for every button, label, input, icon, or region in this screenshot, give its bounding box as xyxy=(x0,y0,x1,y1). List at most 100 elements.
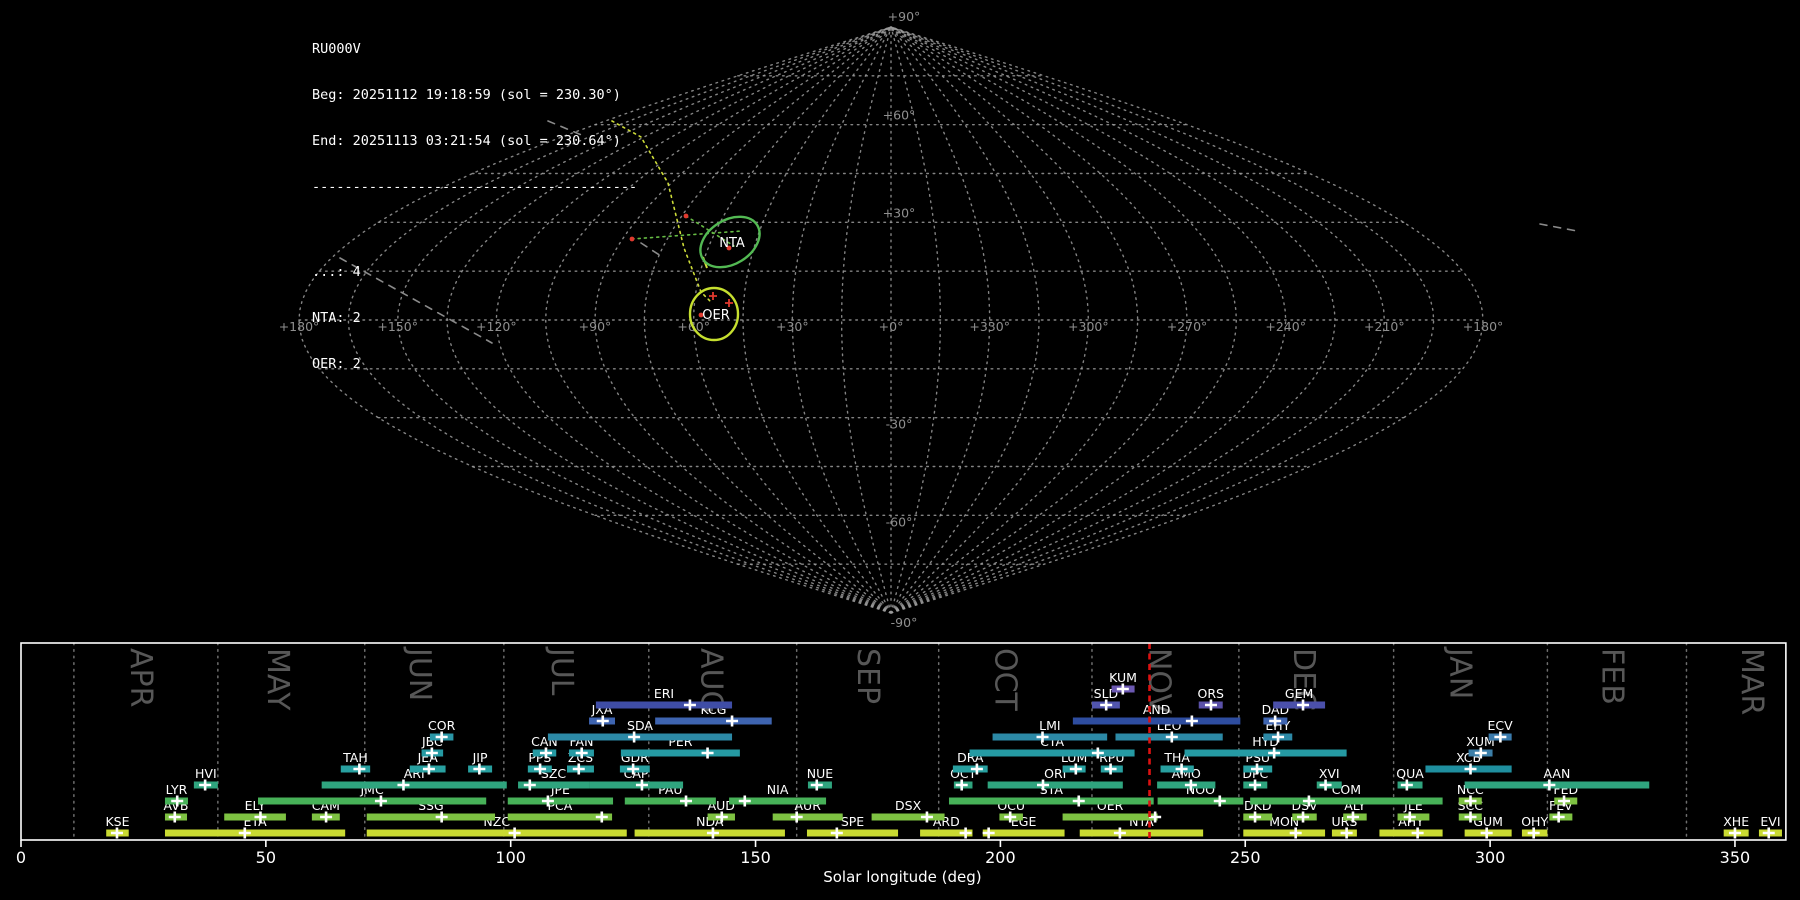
x-tick-label: 350 xyxy=(1720,848,1751,867)
shower-bar-ahy xyxy=(1379,830,1442,837)
latitude-label: +30° xyxy=(883,205,916,220)
meteor-trail xyxy=(1540,224,1577,231)
month-label-mar: MAR xyxy=(1734,648,1769,715)
shower-label-ecv: ECV xyxy=(1488,718,1514,733)
shower-label-nia: NIA xyxy=(767,782,789,797)
shower-peak-marker xyxy=(1249,780,1261,791)
begin-time: Beg: 20251112 19:18:59 (sol = 230.30°) xyxy=(312,88,637,103)
month-label-apr: APR xyxy=(123,648,158,707)
count-oer: OER: 2 xyxy=(312,357,637,372)
shower-bar-and xyxy=(1073,718,1240,725)
shower-bar-eri xyxy=(596,702,732,709)
shower-label-jip: JIP xyxy=(472,750,488,765)
shower-peak-marker xyxy=(983,828,995,839)
shower-peak-marker xyxy=(628,732,640,743)
shower-label-aan: AAN xyxy=(1544,766,1571,781)
shower-peak-marker xyxy=(1073,796,1085,807)
shower-bar-ege xyxy=(983,830,1065,837)
shower-peak-marker xyxy=(1481,828,1493,839)
shower-peak-marker xyxy=(1186,716,1198,727)
shower-label-cor: COR xyxy=(428,718,456,733)
shower-peak-marker xyxy=(1528,828,1540,839)
x-axis-title: Solar longitude (deg) xyxy=(823,868,981,886)
shower-peak-marker xyxy=(1553,812,1565,823)
shower-peak-marker xyxy=(199,780,211,791)
latitude-label: -30° xyxy=(886,417,913,432)
shower-timeline-chart: APRMAYJUNJULAUGSEPOCTNOVDECJANFEBMARKSEE… xyxy=(16,643,1786,886)
shower-peak-marker xyxy=(524,780,536,791)
shower-peak-marker xyxy=(423,764,435,775)
shower-peak-marker xyxy=(831,828,843,839)
shower-bar-lmi xyxy=(993,734,1108,741)
shower-peak-marker xyxy=(1166,732,1178,743)
shower-peak-marker xyxy=(169,812,181,823)
shower-bar-kcg xyxy=(655,718,772,725)
shower-bar-mon xyxy=(1243,830,1325,837)
shower-peak-marker xyxy=(473,764,485,775)
shower-peak-marker xyxy=(1205,700,1217,711)
month-label-oct: OCT xyxy=(987,648,1022,712)
shower-label-and: AND xyxy=(1143,702,1171,717)
shower-label-eri: ERI xyxy=(654,686,674,701)
shower-label-nue: NUE xyxy=(807,766,833,781)
latitude-label: -60° xyxy=(886,514,913,529)
shower-peak-marker xyxy=(1401,780,1413,791)
shower-label-ors: ORS xyxy=(1197,686,1224,701)
shower-label-spe: SPE xyxy=(841,814,864,829)
shower-bar-hyd xyxy=(1185,750,1347,757)
count-nta: NTA: 2 xyxy=(312,311,637,326)
shower-peak-marker xyxy=(1290,828,1302,839)
meteor-cross-marker xyxy=(725,299,733,307)
pole-north-label: +90° xyxy=(888,9,921,24)
shower-peak-marker xyxy=(707,828,719,839)
shower-label-evi: EVI xyxy=(1760,814,1780,829)
observation-header: RU000V Beg: 20251112 19:18:59 (sol = 230… xyxy=(312,11,637,388)
scene-canvas: +90°-90°+60°+30°-30°-60°+180°+150°+120°+… xyxy=(0,0,1800,900)
month-label-jun: JUN xyxy=(402,646,437,701)
shower-peak-marker xyxy=(1214,796,1226,807)
shower-peak-marker xyxy=(320,812,332,823)
shower-peak-marker xyxy=(375,796,387,807)
shower-peak-marker xyxy=(1494,732,1506,743)
x-tick-label: 150 xyxy=(740,848,771,867)
month-label-sep: SEP xyxy=(850,648,885,704)
shower-bar-sta xyxy=(949,798,1154,805)
shower-peak-marker xyxy=(1114,828,1126,839)
shower-bar-ari xyxy=(322,782,507,789)
shower-bar-cta xyxy=(970,750,1135,757)
shower-bar-jmc xyxy=(258,798,486,805)
shower-label-dsx: DSX xyxy=(895,798,922,813)
shower-peak-marker xyxy=(680,796,692,807)
station-id: RU000V xyxy=(312,42,637,57)
equator-label: +270° xyxy=(1167,319,1208,334)
shower-bar-noo xyxy=(1158,798,1244,805)
shower-bar-nta xyxy=(1080,830,1203,837)
shower-peak-marker xyxy=(1117,684,1129,695)
shower-peak-marker xyxy=(573,764,585,775)
shower-label-xvi: XVI xyxy=(1319,766,1340,781)
shower-peak-marker xyxy=(239,828,251,839)
shower-bar-per xyxy=(621,750,740,757)
shower-peak-marker xyxy=(636,780,648,791)
shower-peak-marker xyxy=(1249,812,1261,823)
shower-peak-marker xyxy=(509,828,521,839)
shower-label-lyr: LYR xyxy=(166,782,188,797)
month-label-feb: FEB xyxy=(1595,648,1630,705)
shower-bar-pau xyxy=(625,798,716,805)
month-label-jul: JUL xyxy=(544,646,579,696)
shower-peak-marker xyxy=(811,780,823,791)
shower-label-xhe: XHE xyxy=(1723,814,1749,829)
shower-bar-spe xyxy=(807,830,898,837)
shower-bar-nzc xyxy=(367,830,627,837)
shower-peak-marker xyxy=(397,780,409,791)
shower-peak-marker xyxy=(960,828,972,839)
shower-label-hvi: HVI xyxy=(195,766,217,781)
equator-label: +300° xyxy=(1068,319,1109,334)
shower-label-lmi: LMI xyxy=(1039,718,1060,733)
shower-bar-com xyxy=(1250,798,1442,805)
x-tick-label: 100 xyxy=(495,848,526,867)
shower-label-ohy: OHY xyxy=(1521,814,1548,829)
shower-peak-marker xyxy=(436,812,448,823)
month-label-may: MAY xyxy=(260,648,295,711)
shower-peak-marker xyxy=(1341,828,1353,839)
